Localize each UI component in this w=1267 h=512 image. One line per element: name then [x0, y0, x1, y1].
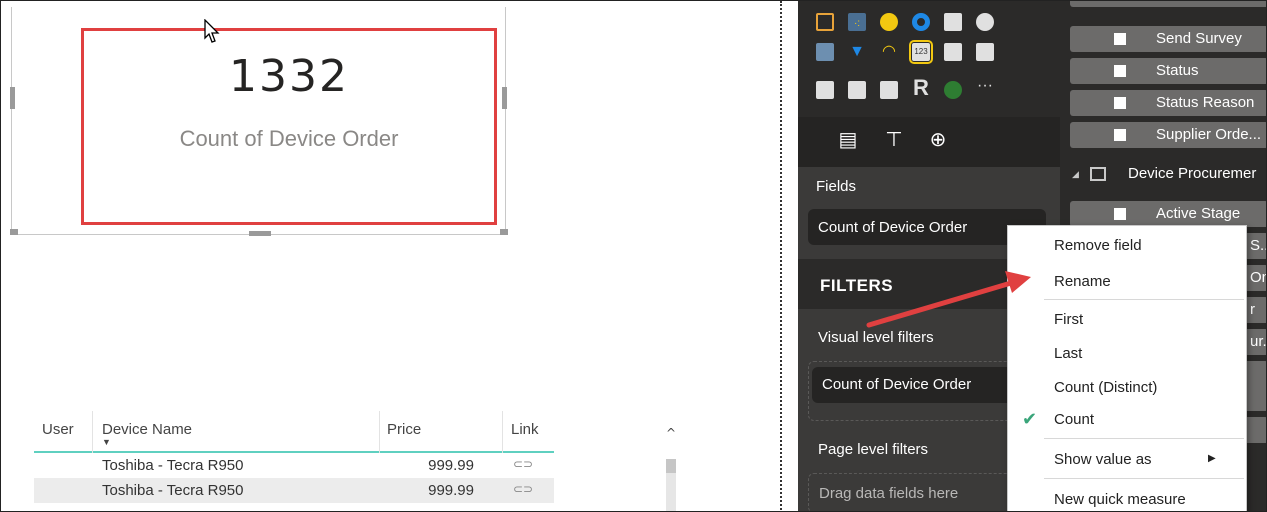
cell-price: 999.99 — [428, 482, 474, 499]
treemap-icon[interactable] — [944, 13, 962, 31]
pane-tabs: ▤ ⊤ ⊕ — [798, 117, 1060, 167]
fields-tab-icon[interactable]: ▤ — [834, 127, 862, 155]
map-icon[interactable] — [976, 13, 994, 31]
fields-section-label: Fields — [816, 178, 857, 195]
menu-item-last[interactable]: Last — [1008, 338, 1246, 368]
checkbox[interactable] — [1114, 129, 1126, 141]
table-icon — [1090, 167, 1106, 181]
field-item-supplier-order[interactable]: Supplier Orde... — [1070, 122, 1266, 148]
field-item-status-reason[interactable]: Status Reason — [1070, 90, 1266, 116]
slicer-icon[interactable] — [816, 81, 834, 99]
kpi-icon[interactable] — [976, 43, 994, 61]
mouse-pointer-icon — [204, 19, 220, 43]
scroll-up-icon[interactable]: ^ — [666, 426, 676, 440]
matrix-icon[interactable] — [880, 81, 898, 99]
checkbox[interactable] — [1114, 65, 1126, 77]
resize-handle-corner-bl[interactable] — [10, 229, 18, 235]
field-item-active-stage[interactable]: Active Stage — [1070, 201, 1266, 227]
resize-handle-right[interactable] — [502, 87, 507, 109]
screen: 1332 Count of Device Order User Device N… — [0, 0, 1267, 512]
submenu-arrow-icon: ▶ — [1208, 453, 1216, 464]
menu-item-count-distinct[interactable]: Count (Distinct) — [1008, 372, 1246, 402]
checkbox[interactable] — [1114, 97, 1126, 109]
table-row[interactable]: Toshiba - Tecra R950 999.99 ⊂⊃ — [34, 478, 554, 503]
card-label: Count of Device Order — [179, 126, 399, 151]
menu-item-new-quick-measure[interactable]: New quick measure — [1008, 484, 1246, 511]
table-node-device-procurement[interactable]: ◢ Device Procuremer — [1060, 161, 1266, 191]
menu-item-show-value-as[interactable]: Show value as ▶ — [1008, 444, 1246, 474]
checkbox[interactable] — [1114, 33, 1126, 45]
cell-device-name: Toshiba - Tecra R950 — [102, 482, 244, 499]
column-header-user[interactable]: User — [42, 421, 74, 438]
filters-title: FILTERS — [820, 276, 894, 295]
scrollbar-thumb[interactable] — [666, 459, 676, 473]
ribbon-chart-icon[interactable] — [816, 13, 834, 31]
field-item-partial-top[interactable] — [1070, 1, 1266, 7]
r-visual-icon[interactable]: R — [912, 77, 930, 99]
cell-device-name: Toshiba - Tecra R950 — [102, 457, 244, 474]
visual-gallery: ·: ▼ ◠ 123 R ··· — [798, 1, 1060, 117]
arcgis-icon[interactable] — [944, 81, 962, 99]
table-row[interactable]: Toshiba - Tecra R950 999.99 ⊂⊃ — [34, 453, 554, 478]
pie-chart-icon[interactable] — [880, 13, 898, 31]
checkmark-icon: ✔ — [1022, 409, 1038, 429]
filled-map-icon[interactable] — [816, 43, 834, 61]
sort-desc-icon: ▼ — [102, 437, 111, 447]
resize-handle-bottom[interactable] — [249, 231, 271, 236]
card-visual-icon[interactable]: 123 — [909, 40, 933, 64]
analytics-magnifier-icon[interactable]: ⊕ — [924, 127, 952, 155]
funnel-icon[interactable]: ▼ — [848, 43, 866, 61]
table-icon[interactable] — [848, 81, 866, 99]
device-table[interactable]: User Device Name ▼ Price Link Toshiba - … — [34, 411, 554, 503]
gauge-icon[interactable]: ◠ — [880, 43, 898, 61]
link-icon[interactable]: ⊂⊃ — [508, 457, 538, 471]
field-item-send-survey[interactable]: Send Survey — [1070, 26, 1266, 52]
column-header-device-name[interactable]: Device Name — [102, 421, 192, 438]
cell-price: 999.99 — [428, 457, 474, 474]
visual-level-filters-label: Visual level filters — [818, 329, 934, 346]
collapse-triangle-icon[interactable]: ◢ — [1072, 169, 1079, 180]
scatter-chart-icon[interactable]: ·: — [848, 13, 866, 31]
menu-item-count[interactable]: ✔ Count — [1008, 404, 1246, 434]
card-value: 1332 — [229, 51, 349, 102]
field-item-status[interactable]: Status — [1070, 58, 1266, 84]
more-visuals-icon[interactable]: ··· — [976, 77, 994, 95]
resize-handle-left[interactable] — [10, 87, 15, 109]
pane-divider — [780, 1, 782, 511]
column-header-price[interactable]: Price — [387, 421, 421, 438]
menu-item-first[interactable]: First — [1008, 304, 1246, 334]
field-context-menu: Remove field Rename First Last Count (Di… — [1007, 225, 1247, 511]
page-level-filters-label: Page level filters — [818, 441, 929, 458]
checkbox[interactable] — [1114, 208, 1126, 220]
menu-item-remove-field[interactable]: Remove field — [1008, 230, 1246, 260]
report-canvas[interactable]: 1332 Count of Device Order User Device N… — [1, 1, 781, 511]
resize-handle-corner-br[interactable] — [500, 229, 508, 235]
multi-row-card-icon[interactable] — [944, 43, 962, 61]
format-paint-roller-icon[interactable]: ⊤ — [880, 127, 908, 155]
column-header-link[interactable]: Link — [511, 421, 539, 438]
visual-filter-chip[interactable]: Count of Device Order — [812, 367, 1027, 403]
menu-item-rename[interactable]: Rename — [1008, 266, 1246, 296]
table-header-row: User Device Name ▼ Price Link — [34, 411, 554, 453]
donut-chart-icon[interactable] — [912, 13, 930, 31]
link-icon[interactable]: ⊂⊃ — [508, 482, 538, 496]
